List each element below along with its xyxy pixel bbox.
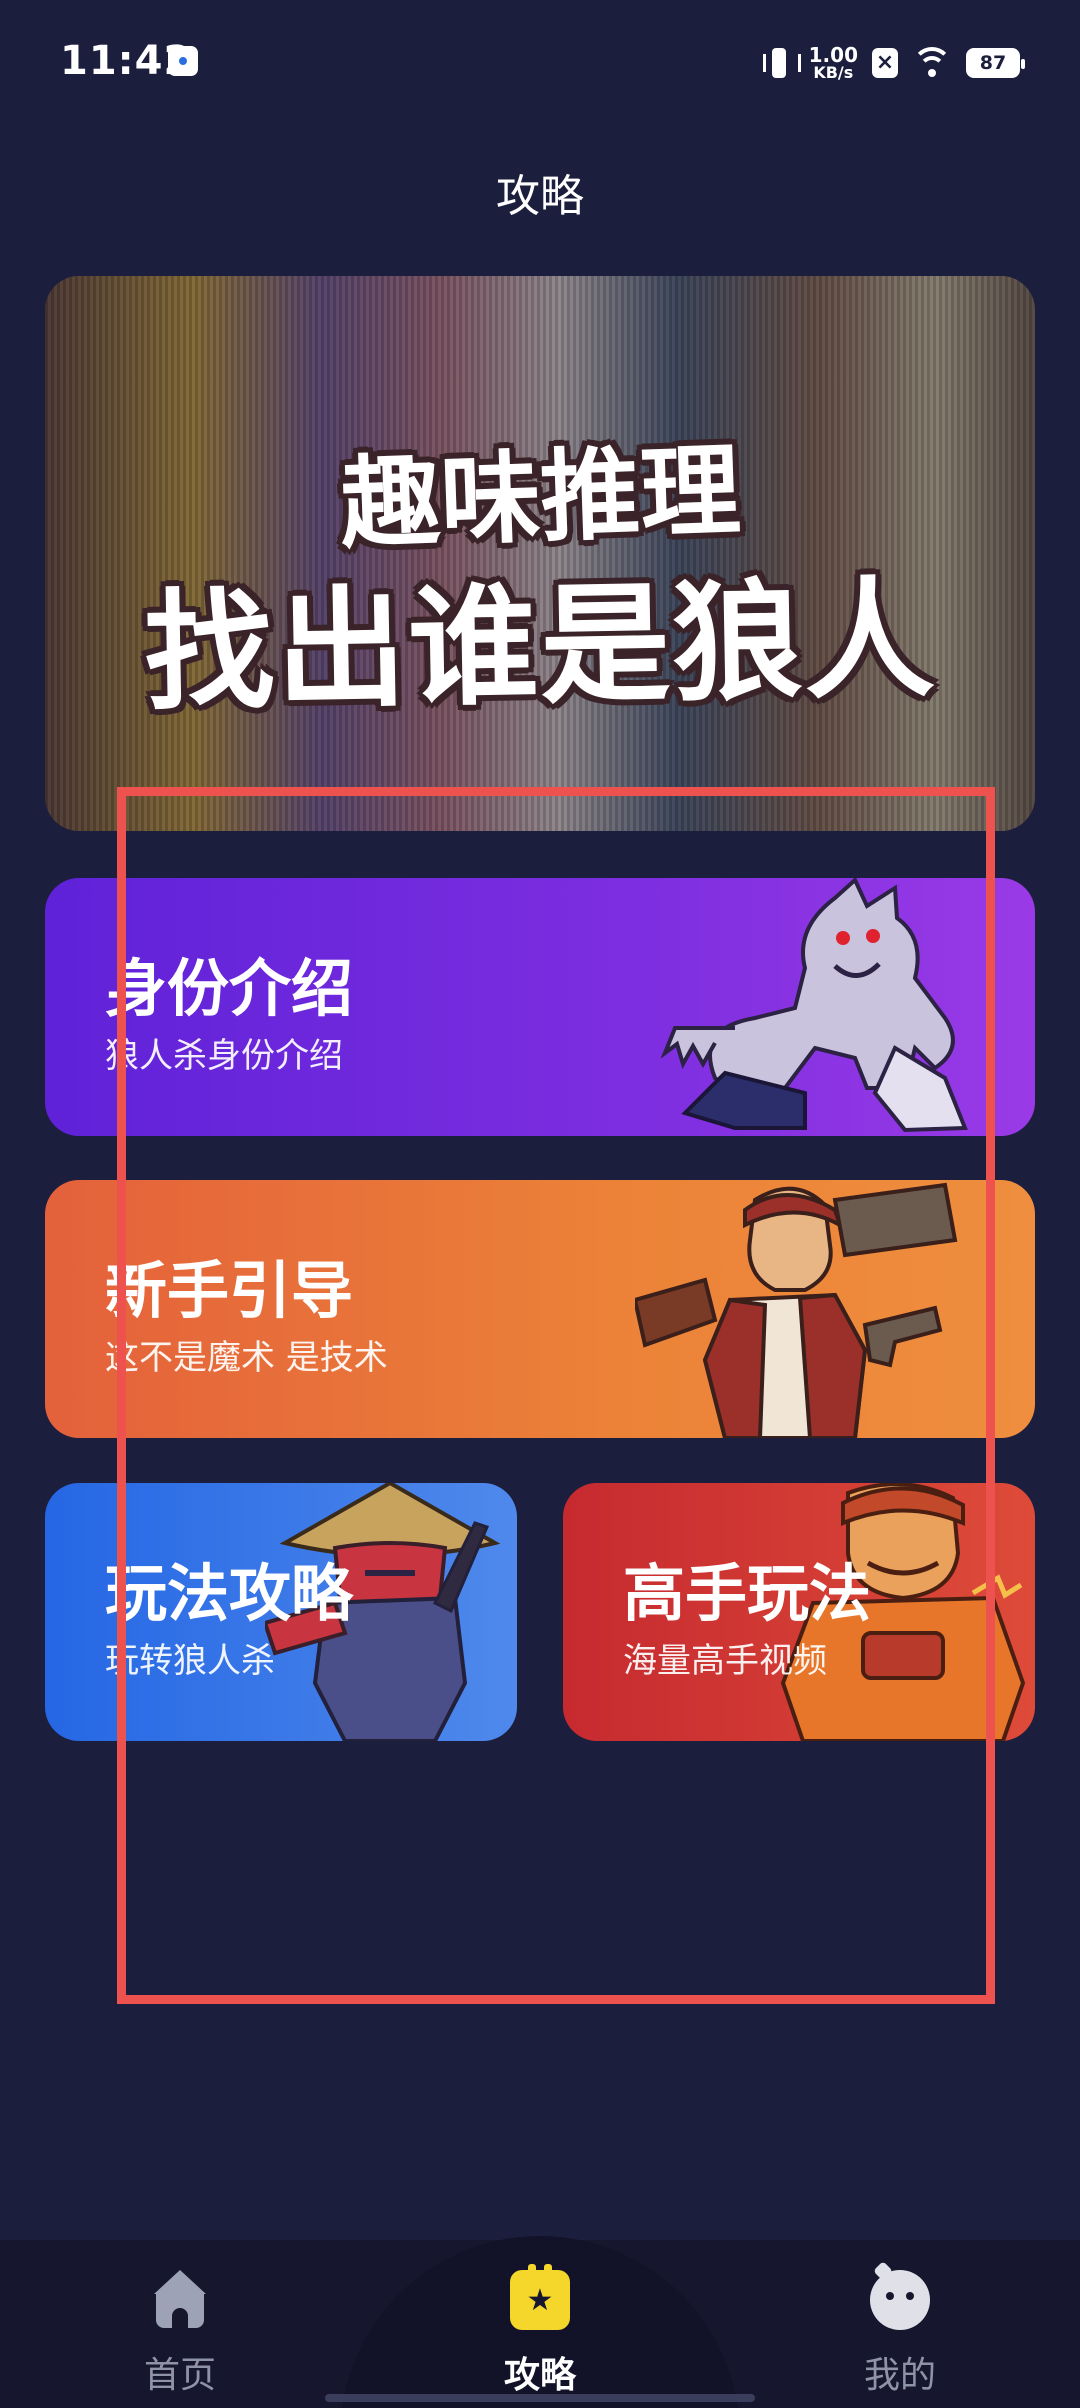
battery-level: 87 xyxy=(979,52,1007,74)
werewolf-character-illustration xyxy=(660,878,968,1133)
close-box-icon: × xyxy=(872,48,898,78)
nav-item-mine[interactable]: 我的 xyxy=(800,2270,1000,2398)
page-title: 攻略 xyxy=(496,171,584,222)
newbie-card-title: 新手引导 xyxy=(105,1254,354,1327)
banner-tagline: 找出谁是狼人 xyxy=(142,563,938,729)
gameplay-guide-card[interactable]: 玩法攻略 玩转狼人杀 xyxy=(45,1483,517,1741)
identity-card-title: 身份介绍 xyxy=(105,952,354,1025)
identity-intro-card[interactable]: 身份介绍 狼人杀身份介绍 xyxy=(45,878,1035,1136)
network-speed-value: 1.00 xyxy=(808,43,858,67)
status-bar: 11:42 1.00 KB/s × 87 xyxy=(0,0,1080,128)
app-badge-icon xyxy=(168,46,198,76)
banner-art: 趣味推理 找出谁是狼人 xyxy=(45,276,1035,831)
home-icon xyxy=(150,2270,210,2330)
home-indicator[interactable] xyxy=(325,2394,755,2402)
newbie-guide-card[interactable]: 新手引导 这不是魔术 是技术 xyxy=(45,1180,1035,1438)
promo-banner[interactable]: 趣味推理 找出谁是狼人 xyxy=(45,276,1035,831)
battery-icon: 87 xyxy=(966,48,1025,78)
vibrate-icon xyxy=(762,46,801,80)
gunslinger-character-illustration xyxy=(635,1182,958,1438)
newbie-card-subtitle: 这不是魔术 是技术 xyxy=(105,1338,388,1378)
identity-card-subtitle: 狼人杀身份介绍 xyxy=(105,1036,343,1076)
pro-card-title: 高手玩法 xyxy=(623,1557,872,1630)
guide-star-icon: ★ xyxy=(510,2264,570,2330)
status-indicators: 1.00 KB/s × 87 xyxy=(762,40,1025,86)
nav-item-guide[interactable]: ★ 攻略 xyxy=(440,2264,640,2398)
guide-screen: 11:42 1.00 KB/s × 87 攻略 趣味推理 找出谁是狼人 身份介绍… xyxy=(0,0,1080,2408)
guide-card-title: 玩法攻略 xyxy=(105,1557,354,1630)
pro-play-card[interactable]: 高手玩法 海量高手视频 xyxy=(563,1483,1035,1741)
profile-icon xyxy=(870,2270,930,2330)
network-speed: 1.00 KB/s xyxy=(809,45,858,81)
nav-label-guide: 攻略 xyxy=(503,2355,576,2396)
nav-label-mine: 我的 xyxy=(863,2355,936,2396)
bottom-navigation: 首页 ★ 攻略 我的 xyxy=(0,2236,1080,2408)
nav-item-home[interactable]: 首页 xyxy=(80,2270,280,2398)
guide-card-subtitle: 玩转狼人杀 xyxy=(105,1641,275,1681)
network-speed-unit: KB/s xyxy=(813,63,854,82)
nav-label-home: 首页 xyxy=(143,2355,216,2396)
pro-card-subtitle: 海量高手视频 xyxy=(623,1641,827,1681)
wifi-icon xyxy=(912,47,952,79)
